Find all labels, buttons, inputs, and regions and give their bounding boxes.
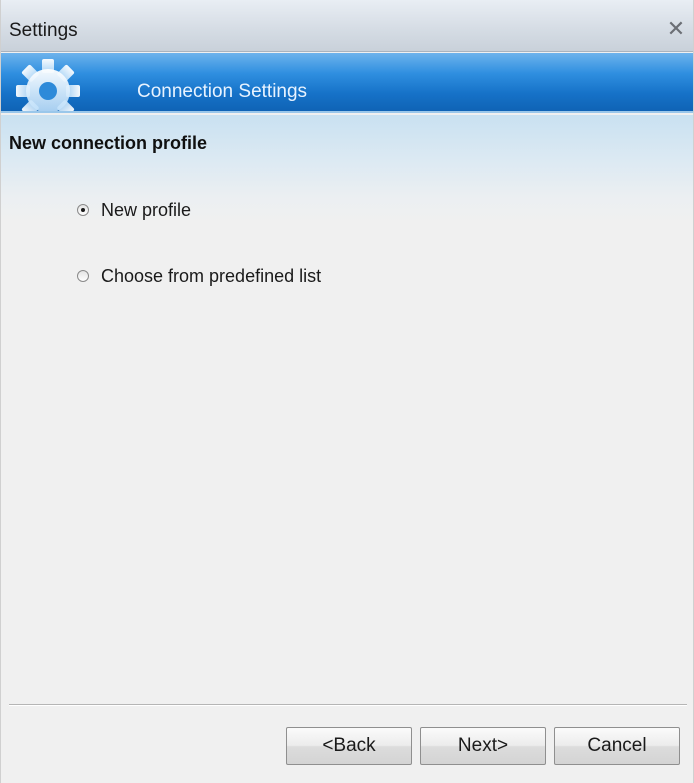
gear-icon xyxy=(16,59,80,111)
close-icon[interactable]: ✕ xyxy=(665,18,687,40)
option-predefined-list[interactable]: Choose from predefined list xyxy=(77,264,321,288)
cancel-button[interactable]: Cancel xyxy=(554,727,680,765)
banner-title: Connection Settings xyxy=(137,81,308,102)
section-title: New connection profile xyxy=(9,133,208,153)
next-button[interactable]: Next> xyxy=(420,727,546,765)
option-label: New profile xyxy=(101,199,192,220)
option-new-profile[interactable]: New profile xyxy=(77,198,191,222)
back-button[interactable]: <Back xyxy=(286,727,412,765)
window-title: Settings xyxy=(9,20,78,41)
settings-window: Settings ✕ Connection Settings New conne… xyxy=(0,0,694,783)
title-bar: Settings ✕ xyxy=(1,0,693,52)
radio-button-new-profile[interactable] xyxy=(77,204,89,216)
option-label: Choose from predefined list xyxy=(101,265,322,286)
footer-separator xyxy=(9,704,687,706)
banner: Connection Settings xyxy=(1,53,693,113)
radio-button-predefined-list[interactable] xyxy=(77,270,89,282)
